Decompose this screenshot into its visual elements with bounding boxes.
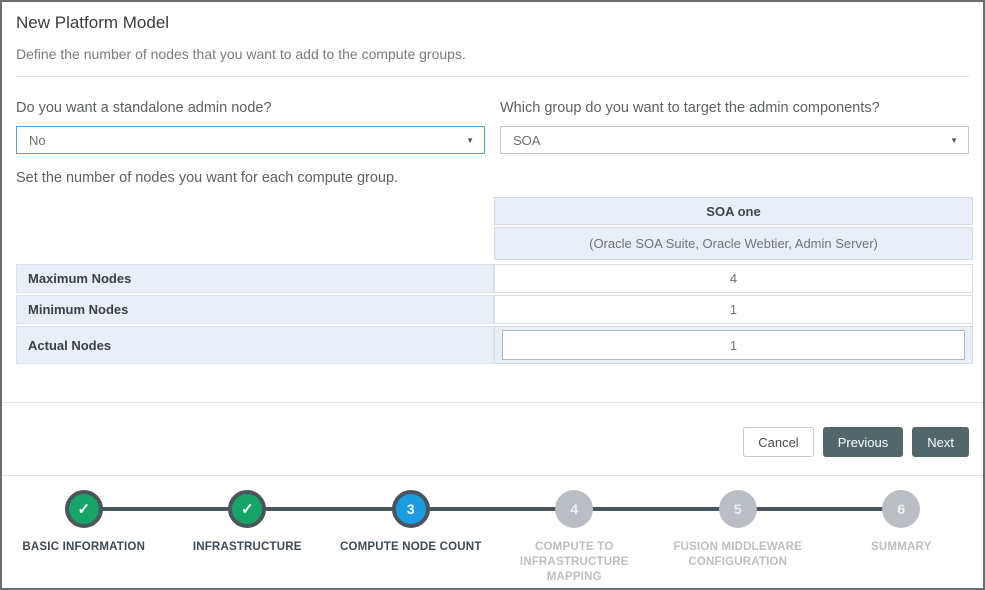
- step-circle-upcoming: 4: [555, 490, 593, 528]
- standalone-admin-select[interactable]: No ▼: [16, 126, 485, 154]
- previous-button[interactable]: Previous: [823, 427, 904, 457]
- node-table-caption: Set the number of nodes you want for eac…: [16, 170, 969, 186]
- row-label: Maximum Nodes: [16, 264, 494, 293]
- check-icon: ✓: [241, 502, 254, 517]
- step-circle-upcoming: 6: [882, 490, 920, 528]
- target-group-question: Which group do you want to target the ad…: [500, 100, 969, 154]
- step-label: COMPUTE TO INFRASTRUCTURE MAPPING: [498, 540, 650, 585]
- step-infrastructure[interactable]: ✓ INFRASTRUCTURE: [166, 476, 330, 588]
- table-row-actual-nodes: Actual Nodes: [16, 326, 973, 364]
- table-subheader-row: (Oracle SOA Suite, Oracle Webtier, Admin…: [16, 227, 973, 260]
- standalone-admin-question: Do you want a standalone admin node? No …: [16, 100, 485, 154]
- page-title: New Platform Model: [16, 13, 969, 33]
- step-compute-node-count[interactable]: 3 COMPUTE NODE COUNT: [329, 476, 493, 588]
- step-circle-upcoming: 5: [719, 490, 757, 528]
- step-circle-completed[interactable]: ✓: [228, 490, 266, 528]
- step-label: COMPUTE NODE COUNT: [340, 540, 482, 555]
- table-row-maximum-nodes: Maximum Nodes 4: [16, 264, 973, 293]
- button-bar: Cancel Previous Next: [2, 402, 983, 475]
- header-spacer-cell: [16, 197, 494, 225]
- standalone-admin-select-value: No: [29, 133, 466, 148]
- step-basic-information[interactable]: ✓ BASIC INFORMATION: [2, 476, 166, 588]
- node-count-table: SOA one (Oracle SOA Suite, Oracle Webtie…: [16, 197, 973, 364]
- step-circle-completed[interactable]: ✓: [65, 490, 103, 528]
- chevron-down-icon: ▼: [950, 136, 958, 145]
- check-icon: ✓: [77, 502, 90, 517]
- new-platform-model-dialog: New Platform Model Define the number of …: [0, 0, 985, 590]
- step-label: INFRASTRUCTURE: [193, 540, 302, 555]
- table-header-row: SOA one: [16, 197, 973, 225]
- table-row-minimum-nodes: Minimum Nodes 1: [16, 295, 973, 324]
- actual-nodes-cell: [494, 326, 973, 364]
- step-label: FUSION MIDDLEWARE CONFIGURATION: [662, 540, 814, 570]
- group-components-header: (Oracle SOA Suite, Oracle Webtier, Admin…: [494, 227, 973, 260]
- step-summary: 6 SUMMARY: [820, 476, 984, 588]
- target-group-label: Which group do you want to target the ad…: [500, 100, 969, 116]
- step-circle-active[interactable]: 3: [392, 490, 430, 528]
- main-content: Do you want a standalone admin node? No …: [2, 77, 983, 402]
- header-spacer-cell: [16, 227, 494, 260]
- minimum-nodes-value: 1: [494, 295, 973, 324]
- step-label: BASIC INFORMATION: [22, 540, 145, 555]
- cancel-button[interactable]: Cancel: [743, 427, 813, 457]
- page-header: New Platform Model Define the number of …: [2, 2, 983, 77]
- chevron-down-icon: ▼: [466, 136, 474, 145]
- step-label: SUMMARY: [871, 540, 931, 555]
- group-name-header: SOA one: [494, 197, 973, 225]
- row-label: Minimum Nodes: [16, 295, 494, 324]
- target-group-select[interactable]: SOA ▼: [500, 126, 969, 154]
- questions-row: Do you want a standalone admin node? No …: [16, 100, 969, 154]
- step-compute-to-infrastructure-mapping: 4 COMPUTE TO INFRASTRUCTURE MAPPING: [493, 476, 657, 588]
- page-subtitle: Define the number of nodes that you want…: [16, 46, 969, 62]
- next-button[interactable]: Next: [912, 427, 969, 457]
- target-group-select-value: SOA: [513, 133, 950, 148]
- step-fusion-middleware-configuration: 5 FUSION MIDDLEWARE CONFIGURATION: [656, 476, 820, 588]
- actual-nodes-input[interactable]: [502, 330, 965, 360]
- wizard-stepper: ✓ BASIC INFORMATION ✓ INFRASTRUCTURE 3 C…: [2, 475, 983, 588]
- standalone-admin-label: Do you want a standalone admin node?: [16, 100, 485, 116]
- maximum-nodes-value: 4: [494, 264, 973, 293]
- row-label: Actual Nodes: [16, 326, 494, 364]
